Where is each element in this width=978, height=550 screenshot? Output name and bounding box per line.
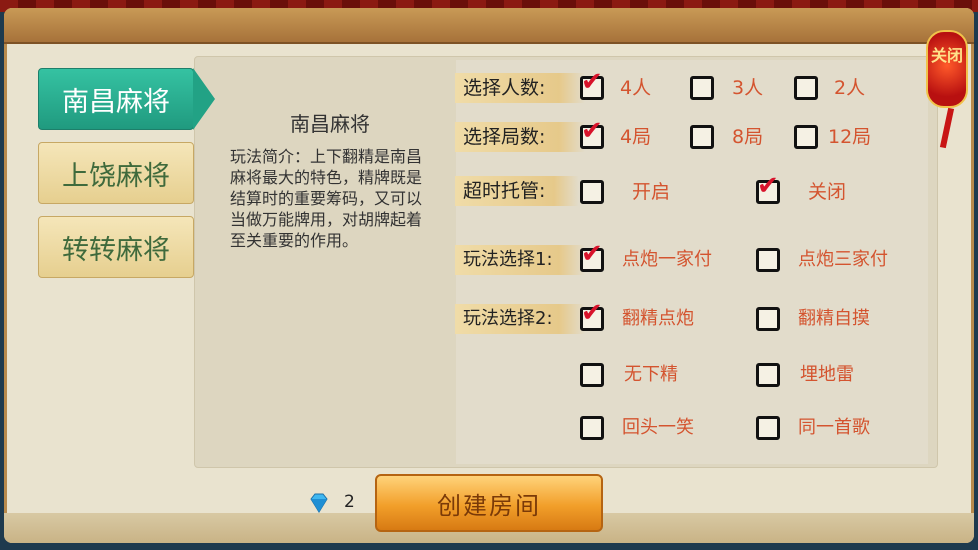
players-label: 选择人数:: [455, 73, 585, 103]
option-pao-one-pays[interactable]: 点炮一家付: [622, 248, 712, 272]
checkbox-tong-yi-shou-ge[interactable]: [756, 416, 780, 440]
tab-zhuanzhuan-mahjong[interactable]: 转转麻将: [38, 216, 194, 278]
option-hui-tou-yi-xiao[interactable]: 回头一笑: [622, 416, 694, 440]
tab-label: 南昌麻将: [62, 86, 170, 118]
checkbox-timeout-off[interactable]: ✔: [756, 173, 780, 204]
checkbox-hui-tou-yi-xiao[interactable]: [580, 416, 604, 440]
option-tong-yi-shou-ge[interactable]: 同一首歌: [798, 416, 870, 440]
check-icon: ✔: [581, 239, 603, 269]
create-room-button[interactable]: 创建房间: [375, 474, 603, 532]
option-fanjing-dianpao[interactable]: 翻精点炮: [622, 307, 694, 331]
play-option-2-label: 玩法选择2:: [455, 304, 585, 334]
diamond-icon: [310, 493, 328, 513]
checkbox-timeout-on[interactable]: [580, 180, 604, 204]
game-title: 南昌麻将: [290, 112, 370, 136]
checkbox-pao-three-pay[interactable]: [756, 248, 780, 272]
checkbox-4-rounds[interactable]: ✔: [580, 118, 604, 149]
create-room-label: 创建房间: [437, 491, 541, 520]
option-4-players[interactable]: 4人: [620, 76, 651, 100]
option-4-rounds[interactable]: 4局: [620, 125, 651, 149]
option-3-players[interactable]: 3人: [732, 76, 763, 100]
dialog-top-bar: [4, 8, 974, 44]
tab-label: 转转麻将: [62, 234, 170, 266]
option-timeout-on[interactable]: 开启: [632, 180, 670, 204]
option-mai-di-lei[interactable]: 埋地雷: [800, 363, 854, 387]
option-12-rounds[interactable]: 12局: [828, 125, 871, 149]
option-fanjing-zimo[interactable]: 翻精自摸: [798, 307, 870, 331]
play-option-1-label: 玩法选择1:: [455, 245, 585, 275]
check-icon: ✔: [581, 298, 603, 328]
checkbox-mai-di-lei[interactable]: [756, 363, 780, 387]
rounds-label: 选择局数:: [455, 122, 585, 152]
checkbox-3-players[interactable]: [690, 76, 714, 100]
checkbox-2-players[interactable]: [794, 76, 818, 100]
tab-nanchang-mahjong[interactable]: 南昌麻将: [38, 68, 215, 130]
checkbox-8-rounds[interactable]: [690, 125, 714, 149]
checkbox-12-rounds[interactable]: [794, 125, 818, 149]
checkbox-pao-one-pays[interactable]: ✔: [580, 241, 604, 272]
option-8-rounds[interactable]: 8局: [732, 125, 763, 149]
option-pao-three-pay[interactable]: 点炮三家付: [798, 248, 888, 272]
checkbox-wu-xia-jing[interactable]: [580, 363, 604, 387]
close-button[interactable]: 关闭: [924, 20, 970, 150]
checkbox-fanjing-zimo[interactable]: [756, 307, 780, 331]
close-label: 关闭: [930, 46, 963, 65]
tassel-decoration: [939, 107, 955, 149]
lantern-icon: 关闭: [926, 30, 968, 108]
option-wu-xia-jing[interactable]: 无下精: [624, 363, 678, 387]
option-timeout-off[interactable]: 关闭: [808, 180, 846, 204]
check-icon: ✔: [581, 116, 603, 146]
game-description: 玩法简介：上下翻精是南昌麻将最大的特色，精牌既是结算时的重要筹码，又可以当做万能…: [230, 147, 423, 250]
tab-shangrao-mahjong[interactable]: 上饶麻将: [38, 142, 194, 204]
check-icon: ✔: [757, 171, 779, 201]
diamond-count: 2: [344, 492, 355, 512]
checkbox-fanjing-dianpao[interactable]: ✔: [580, 300, 604, 331]
option-2-players[interactable]: 2人: [834, 76, 865, 100]
tab-label: 上饶麻将: [62, 160, 170, 192]
check-icon: ✔: [581, 67, 603, 97]
checkbox-4-players[interactable]: ✔: [580, 69, 604, 100]
timeout-label: 超时托管:: [455, 176, 579, 206]
